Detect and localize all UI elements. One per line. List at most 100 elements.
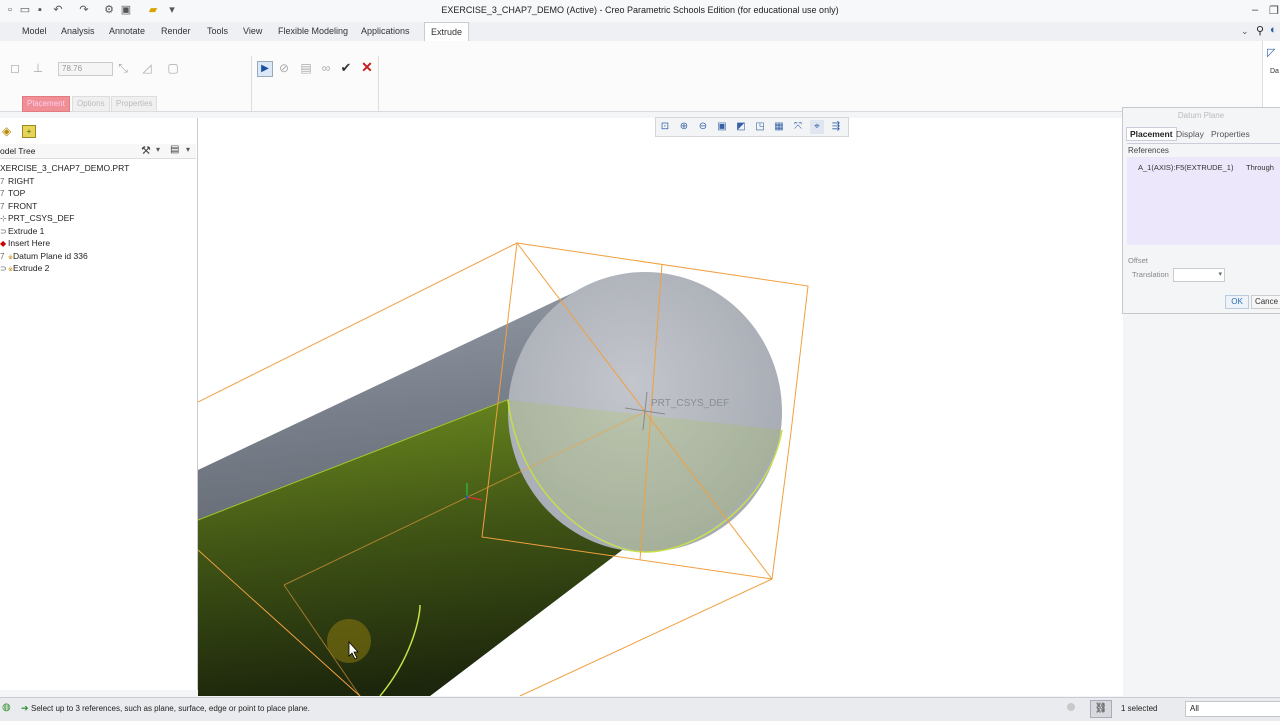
message-log-icon[interactable]: ◍ (2, 702, 11, 713)
dialog-divider (1127, 143, 1280, 144)
smart-select-icon[interactable]: ⛓ (1090, 700, 1112, 718)
tree-item-label: Insert Here (8, 238, 51, 248)
tab-render[interactable]: Render (155, 22, 197, 41)
tree-item-front[interactable]: 7 FRONT (0, 201, 37, 211)
tab-model[interactable]: Model (16, 22, 53, 41)
tab-display[interactable]: Display (1176, 129, 1204, 139)
datum-plane-icon[interactable]: ◸ (1267, 46, 1275, 59)
tab-analysis[interactable]: Analysis (55, 22, 101, 41)
tree-item-extrude-1[interactable]: ⊃Extrude 1 (0, 226, 44, 236)
minimize-icon[interactable]: – (1252, 4, 1258, 16)
tree-item-right[interactable]: 7 RIGHT (0, 176, 34, 186)
model-view: PRT_CSYS_DEF (198, 242, 809, 696)
annotation-display-icon[interactable]: ⇶ (829, 120, 843, 134)
model-tree-header: odel Tree ⚒ ▾ ▤ ▾ (0, 144, 196, 159)
chevron-down-icon[interactable]: ▾ (1218, 270, 1222, 278)
tree-item-label: RIGHT (8, 176, 35, 186)
tab-applications[interactable]: Applications (355, 22, 416, 41)
reference-constraint[interactable]: Through (1246, 163, 1274, 172)
refit-icon[interactable]: ⊡ (658, 120, 672, 134)
tab-extrude[interactable]: Extrude (424, 22, 470, 42)
view-manager-icon[interactable]: ▦ (772, 120, 786, 134)
depth-option-icon[interactable]: ⊥ (31, 61, 45, 75)
datum-plane-icon: 7 (0, 189, 5, 198)
layer-icon[interactable]: ◈ (2, 124, 11, 138)
extrude-icon: ⊃ (0, 227, 7, 236)
extrude-dashboard (0, 41, 1262, 112)
chevron-down-icon[interactable]: ⌄ (1241, 26, 1249, 37)
view-toolbar: ⊡ ⊕ ⊖ ▣ ◩ ◳ ▦ ⤧ ⌖ ⇶ (655, 117, 849, 137)
ok-button[interactable]: OK (1225, 295, 1249, 309)
thicken-icon[interactable]: ▢ (166, 61, 180, 75)
saved-orientations-icon[interactable]: ◳ (753, 120, 767, 134)
solid-icon[interactable]: ◻ (8, 61, 22, 75)
datum-plane-icon: 7 (0, 177, 5, 186)
cancel-button[interactable]: Cance (1251, 295, 1280, 309)
tab-properties[interactable]: Properties (1211, 129, 1250, 139)
window-title: EXERCISE_3_CHAP7_DEMO (Active) - Creo Pa… (441, 5, 839, 15)
verify-icon[interactable]: ∞ (319, 61, 333, 75)
tree-item-label: Extrude 2 (13, 263, 50, 273)
restore-icon[interactable]: ❐ (1269, 4, 1279, 17)
selection-count: 1 selected (1121, 704, 1158, 713)
preview-icon[interactable]: ▤ (299, 61, 313, 75)
subtab-options[interactable]: Options (72, 96, 110, 112)
tab-placement[interactable]: Placement (1126, 127, 1177, 141)
settings-icon[interactable]: ⚒ (141, 144, 151, 157)
zoom-in-icon[interactable]: ⊕ (677, 120, 691, 134)
ribbon-tabs: Model Analysis Annotate Render Tools Vie… (0, 22, 1280, 42)
datum-group-panel: ◸ Da (1262, 41, 1280, 107)
tree-item-extrude-2[interactable]: ⊃※Extrude 2 (0, 263, 49, 273)
tree-item-label: TOP (8, 188, 26, 198)
depth-input[interactable]: 78.76 (58, 62, 113, 76)
chevron-down-icon[interactable]: ▾ (156, 145, 160, 154)
references-label: References (1128, 146, 1169, 155)
references-list[interactable]: A_1(AXIS):F5(EXTRUDE_1) Through (1127, 157, 1280, 245)
help-icon[interactable]: ◐ (1270, 24, 1277, 36)
zoom-out-icon[interactable]: ⊖ (696, 120, 710, 134)
remove-material-icon[interactable]: ◿ (140, 61, 154, 75)
csys-label: PRT_CSYS_DEF (651, 398, 729, 409)
selection-filter-dropdown[interactable]: All (1185, 701, 1280, 717)
show-icon[interactable]: ▤ (170, 144, 179, 155)
dialog-title: Datum Plane (1177, 111, 1225, 120)
status-message: Select up to 3 references, such as plane… (31, 704, 310, 713)
datum-display-icon[interactable]: ⌖ (810, 120, 824, 134)
tree-item-csys[interactable]: ⊹PRT_CSYS_DEF (0, 213, 74, 223)
tab-view[interactable]: View (237, 22, 268, 41)
csys-icon: ⊹ (0, 214, 7, 223)
display-style-icon[interactable]: ◩ (734, 120, 748, 134)
tab-annotate[interactable]: Annotate (103, 22, 151, 41)
chevron-down-icon[interactable]: ▾ (186, 145, 190, 154)
tab-flexible-modeling[interactable]: Flexible Modeling (272, 22, 354, 41)
pause-play-icon[interactable]: ▶ (257, 61, 273, 77)
no-preview-icon[interactable]: ⊘ (277, 61, 291, 75)
datum-group-label: Da (1270, 68, 1279, 75)
tree-item-top[interactable]: 7 TOP (0, 188, 25, 198)
tab-tools[interactable]: Tools (201, 22, 234, 41)
graphics-window[interactable]: PRT_CSYS_DEF (198, 118, 1123, 696)
translation-label: Translation (1132, 270, 1169, 279)
cancel-x-icon[interactable]: ✕ (360, 60, 374, 74)
flip-direction-icon[interactable]: ⤡ (116, 61, 130, 75)
datum-plane-icon: 7 (0, 202, 5, 211)
perspective-icon[interactable]: ⤧ (791, 120, 805, 134)
tree-item-datum-plane[interactable]: 7 ※Datum Plane id 336 (0, 251, 88, 261)
tree-item-label: XERCISE_3_CHAP7_DEMO.PRT (0, 163, 130, 173)
translation-input[interactable]: ▾ (1173, 268, 1225, 282)
reference-name[interactable]: A_1(AXIS):F5(EXTRUDE_1) (1138, 163, 1233, 172)
search-icon[interactable]: ⚲ (1256, 24, 1264, 37)
tree-item-part[interactable]: XERCISE_3_CHAP7_DEMO.PRT (0, 163, 129, 173)
repaint-icon[interactable]: ▣ (715, 120, 729, 134)
ok-check-icon[interactable]: ✔ (339, 61, 353, 75)
tree-item-label: PRT_CSYS_DEF (8, 213, 75, 223)
ribbon-divider (251, 56, 252, 111)
offset-label: Offset (1128, 256, 1148, 265)
prompt-arrow-icon: ➔ (21, 703, 29, 713)
subtab-properties[interactable]: Properties (111, 96, 158, 112)
subtab-placement[interactable]: Placement (22, 96, 70, 112)
folder-add-icon[interactable]: + (22, 125, 36, 138)
tree-item-insert-here[interactable]: ◆ Insert Here (0, 238, 50, 248)
model-tree-title: odel Tree (0, 146, 36, 156)
datum-plane-icon: 7 (0, 252, 5, 261)
